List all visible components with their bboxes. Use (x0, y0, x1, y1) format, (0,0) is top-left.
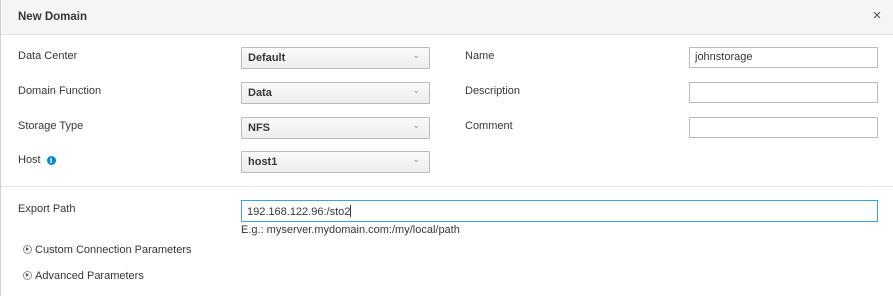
info-icon[interactable]: i (46, 156, 56, 165)
description-label: Description (465, 85, 521, 97)
data-center-label: Data Center (18, 50, 78, 62)
storage-type-select[interactable]: NFS ⌄ (241, 117, 430, 139)
data-center-select[interactable]: Default ⌄ (241, 47, 430, 69)
name-input[interactable]: johnstorage (689, 47, 878, 68)
host-select[interactable]: host1 ⌄ (241, 151, 430, 173)
dialog-title: New Domain (18, 11, 88, 23)
storage-type-value: NFS (248, 122, 270, 134)
dialog-header: New Domain × (1, 0, 893, 35)
description-input[interactable] (689, 82, 878, 103)
export-path-help: E.g.: myserver.mydomain.com:/my/local/pa… (241, 224, 460, 236)
domain-function-label: Domain Function (18, 85, 102, 97)
data-center-value: Default (248, 52, 286, 64)
export-path-value: 192.168.122.96:/sto2 (247, 206, 351, 218)
custom-connection-label: Custom Connection Parameters (35, 244, 192, 256)
export-path-input[interactable]: 192.168.122.96:/sto2 (241, 200, 878, 222)
host-label-row: Host i (18, 153, 56, 167)
storage-type-label: Storage Type (18, 120, 84, 132)
domain-function-select[interactable]: Data ⌄ (241, 82, 430, 104)
domain-function-value: Data (248, 87, 272, 99)
text-caret (350, 205, 352, 217)
host-value: host1 (248, 156, 278, 168)
chevron-right-circle-icon (23, 271, 32, 280)
name-value: johnstorage (695, 51, 753, 63)
section-divider (1, 186, 893, 187)
chevron-down-icon: ⌄ (412, 86, 420, 96)
custom-connection-expander[interactable]: Custom Connection Parameters (23, 244, 192, 256)
chevron-down-icon: ⌄ (412, 51, 420, 61)
comment-input[interactable] (689, 117, 878, 138)
export-path-value-row: 192.168.122.96:/sto2 (247, 205, 352, 218)
name-label: Name (465, 50, 495, 62)
chevron-right-circle-icon (23, 245, 32, 254)
close-icon[interactable]: × (870, 8, 884, 24)
new-domain-dialog: New Domain × Data Center Default ⌄ Domai… (0, 0, 893, 296)
chevron-down-icon: ⌄ (412, 121, 420, 131)
advanced-parameters-expander[interactable]: Advanced Parameters (23, 270, 144, 282)
host-label: Host (18, 154, 41, 166)
export-path-label: Export Path (18, 203, 76, 215)
advanced-parameters-label: Advanced Parameters (35, 270, 144, 282)
comment-label: Comment (465, 120, 513, 132)
chevron-down-icon: ⌄ (412, 155, 420, 165)
